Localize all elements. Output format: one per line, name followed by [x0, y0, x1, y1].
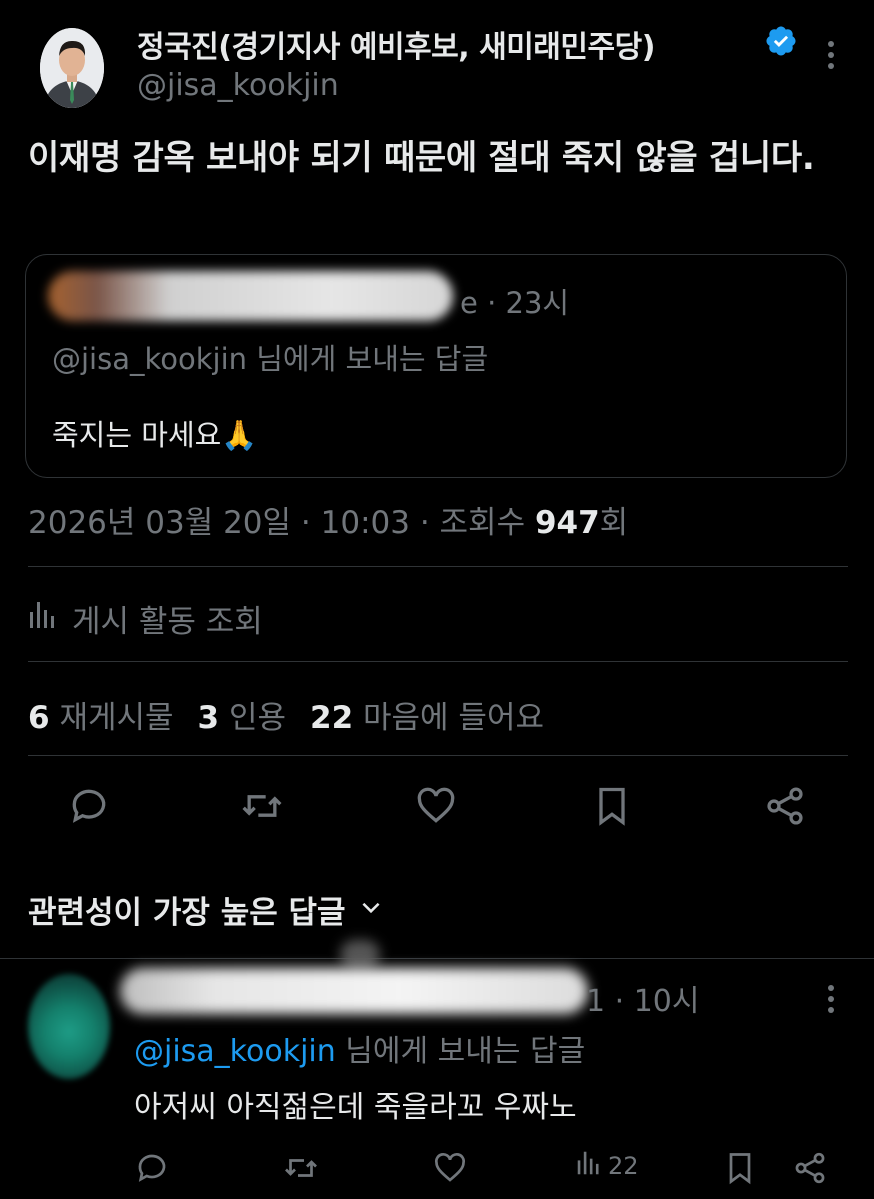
views-label: 조회수	[439, 505, 526, 541]
reply-sort-dropdown[interactable]: 관련성이 가장 높은 답글	[28, 887, 384, 932]
divider	[28, 661, 848, 662]
view-post-activity-link[interactable]: 게시 활동 조회	[28, 596, 263, 641]
quoted-reply-suffix: 님에게 보내는 답글	[247, 342, 489, 376]
activity-label: 게시 활동 조회	[72, 604, 263, 640]
retweets-label: 재게시물	[59, 700, 174, 736]
quoted-reply-to: @jisa_kookjin 님에게 보내는 답글	[52, 336, 488, 378]
quoted-time-label: · 23시	[487, 286, 570, 320]
reply-views-count: 22	[608, 1152, 639, 1180]
heart-icon	[435, 1153, 465, 1182]
views-count: 947	[534, 505, 600, 541]
more-options-icon[interactable]	[821, 38, 841, 72]
reply-bookmark-button[interactable]	[722, 1150, 758, 1186]
retweet-icon	[242, 795, 282, 817]
divider	[28, 755, 848, 756]
reply-author-redacted	[120, 968, 588, 1014]
reply-time-label: · 10시	[614, 984, 700, 1019]
author-name[interactable]: 정국진(경기지사 예비후보, 새미래민주당)	[137, 22, 655, 66]
bar-chart-icon	[28, 600, 58, 638]
retweets-count: 6	[28, 700, 50, 736]
tweet-meta: 2026년 03월 20일 · 10:03 · 조회수 947회	[28, 505, 629, 541]
retweet-button[interactable]	[240, 784, 284, 828]
bookmark-button[interactable]	[590, 784, 634, 828]
reply-text: 아저씨 아직젊은데 죽을라꼬 우짜노	[134, 1090, 577, 1125]
like-button[interactable]	[414, 784, 458, 828]
likes-stat[interactable]: 22 마음에 들어요	[310, 700, 544, 736]
chevron-down-icon	[358, 892, 384, 928]
quotes-count: 3	[197, 700, 220, 736]
heart-icon	[417, 787, 455, 823]
quoted-reply-handle: @jisa_kookjin	[52, 342, 248, 376]
reply-button[interactable]	[67, 784, 111, 828]
reply-more-options-icon[interactable]	[821, 982, 841, 1016]
reply-to-suffix: 님에게 보내는 답글	[335, 1034, 586, 1069]
retweets-stat[interactable]: 6 재게시물	[28, 700, 174, 736]
reply-icon	[138, 1154, 166, 1182]
engagement-stats: 6 재게시물 3 인용 22 마음에 들어요	[28, 692, 544, 737]
divider	[0, 958, 874, 959]
retweet-icon	[285, 1159, 317, 1177]
reply-author-redacted	[340, 940, 380, 970]
reply-to-handle[interactable]: @jisa_kookjin	[134, 1034, 336, 1069]
verified-badge-icon	[764, 24, 798, 58]
reply-reply-to: @jisa_kookjin 님에게 보내는 답글	[134, 1026, 585, 1070]
quoted-tweet-text: 죽지는 마세요🙏	[52, 418, 258, 452]
tweet-time[interactable]: 10:03	[321, 505, 410, 541]
author-avatar[interactable]	[40, 28, 104, 108]
reply-time: 1 · 10시	[586, 976, 700, 1020]
bar-chart-icon	[576, 1150, 602, 1182]
bookmark-icon	[599, 787, 625, 826]
quoted-tweet-time: e · 23시	[460, 280, 569, 322]
tweet-date[interactable]: 2026년 03월 20일	[28, 505, 291, 541]
likes-count: 22	[310, 700, 354, 736]
tweet-text: 이재명 감옥 보내야 되기 때문에 절대 죽지 않을 겁니다.	[28, 138, 815, 178]
reply-like-button[interactable]	[432, 1150, 468, 1186]
quotes-label: 인용	[228, 700, 287, 736]
reply-author-avatar[interactable]	[28, 974, 110, 1079]
divider	[28, 566, 848, 567]
reply-author-name-suffix: 1	[586, 984, 606, 1019]
reply-reply-button[interactable]	[134, 1150, 170, 1186]
reply-share-button[interactable]	[792, 1150, 828, 1186]
quoted-author-name-suffix: e	[460, 286, 478, 320]
reply-retweet-button[interactable]	[283, 1150, 319, 1186]
reply-sort-label: 관련성이 가장 높은 답글	[28, 895, 346, 931]
reply-icon	[72, 789, 106, 823]
quotes-stat[interactable]: 3 인용	[198, 700, 286, 736]
share-icon	[767, 787, 803, 825]
author-handle[interactable]: @jisa_kookjin	[137, 68, 339, 103]
share-button[interactable]	[763, 784, 807, 828]
share-icon	[795, 1152, 825, 1184]
likes-label: 마음에 들어요	[363, 700, 544, 736]
views-unit: 회	[599, 505, 629, 541]
bookmark-icon	[729, 1153, 751, 1185]
reply-views-button[interactable]: 22	[576, 1150, 639, 1182]
quoted-author-redacted	[48, 271, 453, 321]
